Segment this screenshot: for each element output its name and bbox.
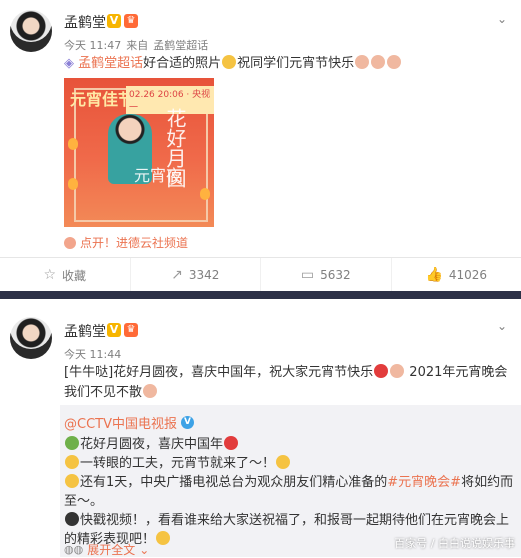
avatar[interactable] [10,10,52,52]
post-separator [0,291,521,299]
topic-link[interactable]: #元宵晚会# [387,475,461,490]
post-meta: 今天 11:47 来自 孟鹤堂超话 [64,37,208,53]
author-name[interactable]: 孟鹤堂 [64,12,106,32]
repost-icon: ↗ [171,267,183,283]
avatar[interactable] [10,317,52,359]
emoji-face-icon [156,531,170,545]
verified-badge-icon: V [107,323,121,337]
emoji-face-icon [390,364,404,378]
heart-icon [374,364,388,378]
weibo-post-2: 孟鹤堂 V ♛ ⌄ 今天 11:44 [牛牛哒]花好月圆夜，喜庆中国年，祝大家元… [0,299,521,557]
post-meta: 今天 11:44 [64,346,121,362]
meta-from-label: 来自 [126,37,148,53]
leaf-icon [65,436,79,450]
comment-button[interactable]: ▭ 5632 [260,258,391,292]
emoji-face-icon [355,55,369,69]
emoji-face-icon [65,455,79,469]
repost-button[interactable]: ↗ 3342 [130,258,261,292]
chevron-down-icon[interactable]: ⌄ [497,12,507,26]
author-badges: V ♛ [107,323,138,337]
link-icon [64,237,76,249]
emoji-icon [276,455,290,469]
like-button[interactable]: 👍 41026 [391,258,521,292]
heart-icon [224,436,238,450]
watermark: 百家号 / 白白说说娱乐事 [394,535,515,551]
super-link-label: 点开！进德云社频道 [80,234,188,251]
expand-label: 展开全文 [87,541,135,558]
chevron-down-icon[interactable]: ⌄ [497,319,507,333]
comment-icon: ▭ [301,267,314,283]
post-time[interactable]: 今天 11:47 [64,37,121,53]
favorite-button[interactable]: ☆ 收藏 [0,258,130,292]
like-count: 41026 [449,268,487,282]
super-topic-icon: ◈ [64,56,74,71]
post-time[interactable]: 今天 11:44 [64,346,121,362]
post-image[interactable]: 元宵佳节 02.26 20:06 · 央视一 花好月圆 元宵夜 [64,78,214,227]
expand-emoji-icons: ◍◍ [64,543,83,556]
repost-text: 花好月圆夜，喜庆中国年 一转眼的工夫，元宵节就来了～！ 还有1天，中央广播电视总… [64,435,516,549]
repost-author-name[interactable]: @CCTV中国电视报 [64,413,177,432]
repost-line: 还有1天，中央广播电视总台为观众朋友们精心准备的#元宵晚会#将如约而至～。 [64,473,516,511]
post-text: ◈ 孟鹤堂超话好合适的照片 祝同学们元宵节快乐 [64,54,508,74]
emoji-face-icon [371,55,385,69]
poster-calligraphy-bottom: 元宵夜 [134,162,182,186]
repost-line: 花好月圆夜，喜庆中国年 [64,435,516,454]
post-text: [牛牛哒]花好月圆夜，喜庆中国年，祝大家元宵节快乐 2021年元宵晚会 我们不见… [64,363,508,403]
repost-author[interactable]: @CCTV中国电视报 V [64,413,194,432]
post-text-tail: 祝同学们元宵节快乐 [237,56,354,71]
poster-headline: 元宵佳节 [70,86,134,110]
member-crown-icon: ♛ [124,14,138,28]
super-link[interactable]: 点开！进德云社频道 [64,234,188,251]
post-source[interactable]: 孟鹤堂超话 [153,37,208,53]
emoji-face-icon [143,384,157,398]
verified-badge-icon: V [107,14,121,28]
repost-line: 一转眼的工夫，元宵节就来了～！ [64,454,516,473]
lantern-icon [68,138,78,150]
super-topic-link[interactable]: 孟鹤堂超话 [78,56,143,71]
weibo-post-1: 孟鹤堂 V ♛ ⌄ 今天 11:47 来自 孟鹤堂超话 ◈ 孟鹤堂超话好合适的照… [0,0,521,291]
member-crown-icon: ♛ [124,323,138,337]
thumbs-up-icon: 👍 [425,267,442,283]
comment-count: 5632 [320,268,351,282]
favorite-label: 收藏 [62,267,86,284]
emoji-face-icon [387,55,401,69]
expand-full-text[interactable]: ◍◍ 展开全文 ⌄ [64,541,149,558]
verified-blue-icon: V [181,416,194,429]
lantern-icon [68,178,78,190]
chevron-down-icon: ⌄ [139,543,149,557]
author-name[interactable]: 孟鹤堂 [64,321,106,341]
emoji-icon [65,474,79,488]
star-icon: ☆ [43,267,56,283]
sunglasses-icon [65,512,79,526]
repost-count: 3342 [189,268,220,282]
emoji-icon [222,55,236,69]
post-text-body: 好合适的照片 [143,56,221,71]
author-badges: V ♛ [107,14,138,28]
action-bar: ☆ 收藏 ↗ 3342 ▭ 5632 👍 41026 [0,257,521,292]
lantern-icon [200,188,210,200]
post-text-body: [牛牛哒]花好月圆夜，喜庆中国年，祝大家元宵节快乐 [64,365,373,380]
